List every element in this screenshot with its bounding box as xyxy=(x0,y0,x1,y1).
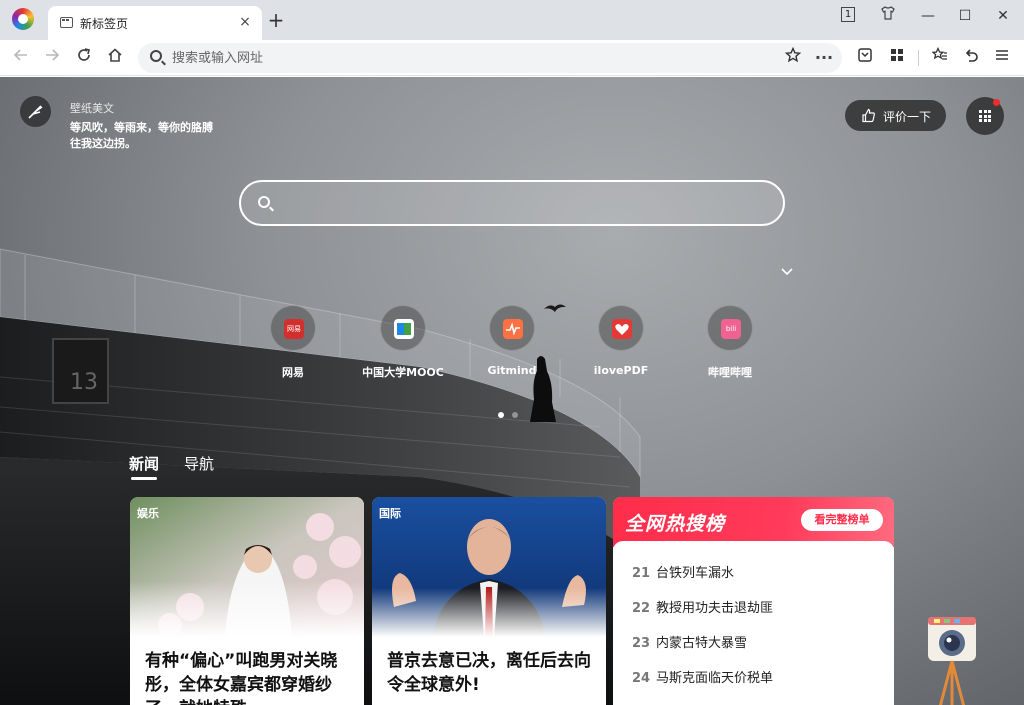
hot-search-panel: 全网热搜榜 看完整榜单 21 台铁列车漏水 22 教授用功夫击退劫匪 23 内蒙古特大… xyxy=(613,497,894,705)
rank-number: 22 xyxy=(632,601,651,616)
rank-number: 21 xyxy=(632,566,651,581)
browser-toolbar: ··· xyxy=(0,40,1024,76)
site-ilovepdf[interactable]: ilovePDF xyxy=(566,305,676,385)
hot-search-item[interactable]: 23 内蒙古特大暴雪 xyxy=(632,632,747,651)
bilibili-logo-icon: bili xyxy=(721,319,741,339)
hot-search-text: 内蒙古特大暴雪 xyxy=(656,636,748,651)
card-title[interactable]: 普京去意已决，离任后去向令全球意外! xyxy=(387,649,592,697)
hot-search-text: 台铁列车漏水 xyxy=(656,566,735,581)
rank-number: 24 xyxy=(632,671,651,686)
hot-search-text: 教授用功夫击退劫匪 xyxy=(656,601,774,616)
maximize-button[interactable]: ☐ xyxy=(953,5,977,27)
page-search-box[interactable] xyxy=(239,180,785,226)
card-tag: 娱乐 xyxy=(137,507,159,520)
tab-close-icon[interactable]: × xyxy=(236,13,254,31)
thumbs-up-icon xyxy=(862,108,875,123)
pager-dot[interactable] xyxy=(512,412,518,418)
site-label: 中国大学MOOC xyxy=(362,366,444,379)
mooc-logo-icon xyxy=(394,319,414,339)
window-count-badge[interactable]: 1 xyxy=(841,7,855,22)
site-label: 哔哩哔哩 xyxy=(708,366,752,379)
site-circle: bili xyxy=(707,305,753,351)
page-search-input[interactable] xyxy=(285,191,765,215)
pager-dot-active[interactable] xyxy=(498,412,504,418)
site-circle xyxy=(598,305,644,351)
apps-menu-button[interactable] xyxy=(966,97,1004,135)
tab-navigation[interactable]: 导航 xyxy=(184,453,214,474)
back-arrow-icon[interactable] xyxy=(10,47,32,69)
pager-dots xyxy=(498,403,526,422)
svg-text:13: 13 xyxy=(70,370,98,395)
bookmark-star-icon[interactable] xyxy=(782,46,804,69)
undo-icon[interactable] xyxy=(960,47,982,69)
notification-dot xyxy=(993,99,1000,106)
address-input[interactable] xyxy=(172,47,732,69)
news-card[interactable]: 国际 普京去意已决，离任后去向令全球意外! xyxy=(372,497,606,705)
skin-shirt-icon[interactable] xyxy=(876,5,900,27)
rank-number: 23 xyxy=(632,636,651,651)
site-circle xyxy=(489,305,535,351)
gitmind-logo-icon xyxy=(503,319,523,339)
rate-label: 评价一下 xyxy=(883,110,932,124)
hot-search-list: 21 台铁列车漏水 22 教授用功夫击退劫匪 23 内蒙古特大暴雪 24 马斯克面临天价… xyxy=(613,541,894,705)
site-label: Gitmind xyxy=(487,364,537,377)
page-icon xyxy=(60,17,73,28)
menu-hamburger-icon[interactable] xyxy=(991,47,1013,69)
reload-icon[interactable] xyxy=(73,47,95,69)
site-bilibili[interactable]: bili 哔哩哔哩 xyxy=(675,305,785,385)
forward-arrow-icon[interactable] xyxy=(41,47,63,69)
site-gitmind[interactable]: Gitmind xyxy=(457,305,567,385)
pocket-icon[interactable] xyxy=(854,47,876,69)
news-card[interactable]: 娱乐 有种“偏心”叫跑男对关晓彤，全体女嘉宾都穿婚纱了，就她特殊 xyxy=(130,497,364,705)
close-window-button[interactable]: ✕ xyxy=(991,5,1015,27)
tab-strip: 新标签页 × + 1 — ☐ ✕ xyxy=(0,0,1024,40)
home-icon[interactable] xyxy=(104,47,126,69)
site-circle: 网易 xyxy=(270,305,316,351)
favorites-list-icon[interactable] xyxy=(929,46,951,69)
toolbar-divider xyxy=(918,50,919,66)
hot-search-item[interactable]: 22 教授用功夫击退劫匪 xyxy=(632,597,773,616)
tab-title: 新标签页 xyxy=(80,17,129,31)
hot-search-item[interactable]: 21 台铁列车漏水 xyxy=(632,562,734,581)
extensions-grid-icon[interactable] xyxy=(886,47,908,69)
site-netease[interactable]: 网易 网易 xyxy=(238,305,348,385)
site-label: 网易 xyxy=(282,366,304,379)
browser-logo-icon[interactable] xyxy=(12,8,34,30)
site-label: ilovePDF xyxy=(593,364,649,377)
tab-news[interactable]: 新闻 xyxy=(129,453,159,480)
camera-wallpaper-icon[interactable] xyxy=(926,617,978,705)
hot-search-text: 马斯克面临天价税单 xyxy=(656,671,774,686)
hot-search-title: 全网热搜榜 xyxy=(625,513,726,535)
search-icon xyxy=(150,50,162,62)
card-tag: 国际 xyxy=(379,507,401,520)
netease-logo-icon: 网易 xyxy=(284,319,304,339)
wallpaper-feather-icon[interactable] xyxy=(20,96,51,127)
view-full-list-button[interactable]: 看完整榜单 xyxy=(801,509,883,531)
hot-search-item[interactable]: 24 马斯克面临天价税单 xyxy=(632,667,773,686)
apps-grid-icon xyxy=(979,110,991,122)
new-tab-page: 13 壁纸美文 等风吹，等雨来，等你的胳膊往我这边拐。 评价一下 网易 网易 中… xyxy=(0,77,1024,705)
site-circle xyxy=(380,305,426,351)
wallpaper-title: 壁纸美文 xyxy=(70,102,114,115)
site-mooc[interactable]: 中国大学MOOC xyxy=(348,305,458,385)
minimize-button[interactable]: — xyxy=(916,5,940,27)
rate-button[interactable]: 评价一下 xyxy=(845,100,946,131)
new-tab-button[interactable]: + xyxy=(266,10,286,31)
ilovepdf-logo-icon xyxy=(612,319,632,339)
tab-new-tab[interactable]: 新标签页 × xyxy=(48,6,262,40)
search-icon xyxy=(258,196,270,208)
hot-search-header: 全网热搜榜 看完整榜单 xyxy=(613,497,894,547)
putin-photo xyxy=(372,497,606,637)
chevron-down-icon[interactable] xyxy=(780,265,794,279)
card-title[interactable]: 有种“偏心”叫跑男对关晓彤，全体女嘉宾都穿婚纱了，就她特殊 xyxy=(145,649,350,705)
more-options-icon[interactable]: ··· xyxy=(813,47,835,69)
wallpaper-description: 等风吹，等雨来，等你的胳膊往我这边拐。 xyxy=(70,121,213,150)
address-bar[interactable] xyxy=(138,43,842,73)
bride-photo xyxy=(130,497,364,637)
